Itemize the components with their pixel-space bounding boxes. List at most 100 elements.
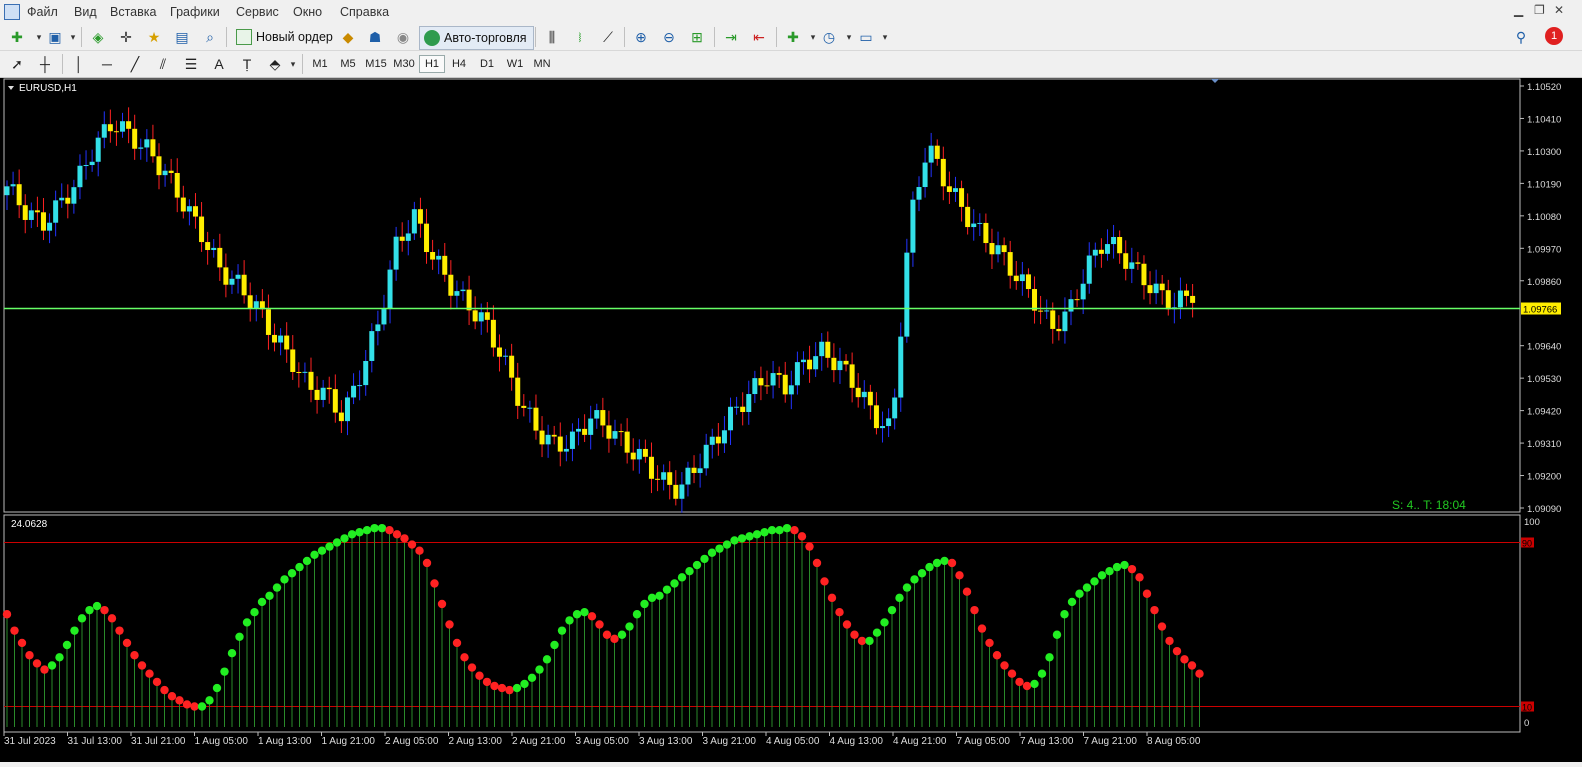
market-watch-icon[interactable]: ◈ [87,27,109,47]
indicator-dot [955,571,964,580]
tf-m30[interactable]: M30 [391,55,417,73]
time-tick-label: 2 Aug 05:00 [385,736,439,747]
cursor-icon[interactable]: ➚ [6,54,28,74]
indicator-dot [700,554,709,564]
candle-body [588,418,594,435]
indicator-dot [947,558,957,568]
search-icon[interactable]: ⚲ [1510,27,1532,47]
candle-body [819,341,825,357]
menu-insert[interactable]: Вставка [110,5,156,19]
indicator-dot [820,577,829,586]
crosshair-icon[interactable]: ✛ [115,27,137,47]
time-tick-label: 4 Aug 05:00 [766,736,820,747]
indicator-dot [385,526,394,535]
candle-body [952,188,958,192]
menu-file[interactable]: Файл [27,5,58,19]
signals-icon[interactable]: ☗ [364,27,386,47]
horizontal-line-icon[interactable]: ─ [96,54,118,74]
new-order-button[interactable]: Новый ордер [232,26,339,48]
favorites-icon[interactable]: ★ [143,27,165,47]
indicator-dot [40,665,49,674]
candle-body [22,205,28,220]
indicator-dot [1120,560,1129,570]
indicator-dot [302,556,312,566]
text-label-icon[interactable]: Ṭ [236,54,258,74]
indicator-dot [362,526,372,535]
indicator-dot [812,558,822,568]
metaeditor-icon[interactable]: ◆ [337,27,359,47]
candle-body [478,312,484,322]
auto-scroll-icon[interactable]: ⇥ [720,27,742,47]
candle-body [703,444,709,469]
candle-body [1190,295,1196,303]
candle-body [65,197,71,204]
equidistant-channel-icon[interactable]: ⫽ [152,54,174,74]
candle-body [101,124,107,138]
candlestick-icon[interactable]: ⧘ [569,27,591,47]
price-tick-label: 1.09200 [1527,472,1561,483]
indicator-dot [1180,655,1189,664]
candle-body [709,436,715,445]
menu-view[interactable]: Вид [74,5,97,19]
minimize-icon[interactable]: ▁ [1514,3,1523,17]
indicators-icon[interactable]: ✚ [782,27,804,47]
strategy-tester-icon[interactable]: ⌕ [199,27,221,47]
fibonacci-icon[interactable]: ☰ [180,54,202,74]
candle-body [180,197,186,212]
price-tick-label: 1.09310 [1527,439,1561,450]
menu-charts[interactable]: Графики [170,5,220,19]
candle-body [910,199,916,253]
periods-icon[interactable]: ◷ [818,27,840,47]
chevron-down-icon[interactable]: ▾ [282,54,304,74]
restore-icon[interactable]: ❐ [1534,3,1545,17]
tile-windows-icon[interactable]: ⊞ [686,27,708,47]
menu-tools[interactable]: Сервис [236,5,279,19]
candle-body [107,124,113,132]
close-icon[interactable]: ✕ [1554,3,1564,17]
tf-h1[interactable]: H1 [419,55,445,73]
menu-window[interactable]: Окно [293,5,322,19]
price-tick-label: 1.09640 [1527,342,1561,353]
candle-body [290,349,296,372]
tf-mn[interactable]: MN [529,55,555,73]
candle-body [34,210,40,213]
candle-body [1056,328,1062,332]
vertical-line-icon[interactable]: │ [68,54,90,74]
line-chart-icon[interactable]: ⟋ [597,27,619,47]
bar-chart-icon[interactable]: ⫼ [541,27,563,47]
chart-canvas[interactable]: EURUSD,H1 24.0628 S: 4.. T: 18:04 1.1052… [0,78,1582,762]
candle-body [983,222,989,244]
broadcast-icon[interactable]: ◉ [392,27,414,47]
zoom-in-icon[interactable]: ⊕ [630,27,652,47]
chevron-down-icon[interactable]: ▾ [874,27,896,47]
indicator-dot [782,523,792,533]
crosshair-tool-icon[interactable]: ┼ [34,54,56,74]
candle-body [861,391,867,398]
tf-d1[interactable]: D1 [474,55,500,73]
zoom-out-icon[interactable]: ⊖ [658,27,680,47]
candle-body [1153,283,1159,294]
menu-help[interactable]: Справка [340,5,389,19]
tf-h4[interactable]: H4 [446,55,472,73]
new-chart-icon[interactable]: ✚ [6,27,28,47]
tf-m5[interactable]: M5 [335,55,361,73]
notification-badge[interactable]: 1 [1545,27,1563,45]
tf-m1[interactable]: M1 [307,55,333,73]
candle-body [576,428,582,432]
candle-body [582,428,588,435]
tf-m15[interactable]: M15 [363,55,389,73]
auto-trading-button[interactable]: Авто-торговля [419,26,534,50]
trendline-icon[interactable]: ╱ [124,54,146,74]
chart-window[interactable]: EURUSD,H1 24.0628 S: 4.. T: 18:04 1.1052… [0,78,1582,762]
navigator-icon[interactable]: ▤ [171,27,193,47]
candle-body [655,478,661,480]
indicator-dot [505,685,514,695]
candle-body [995,245,1001,255]
chart-shift-icon[interactable]: ⇤ [748,27,770,47]
price-tick-label: 1.09420 [1527,407,1561,418]
text-icon[interactable]: A [208,54,230,74]
candle-body [855,387,861,398]
tf-w1[interactable]: W1 [502,55,528,73]
time-tick-label: 31 Jul 13:00 [68,736,123,747]
candle-body [332,389,338,413]
